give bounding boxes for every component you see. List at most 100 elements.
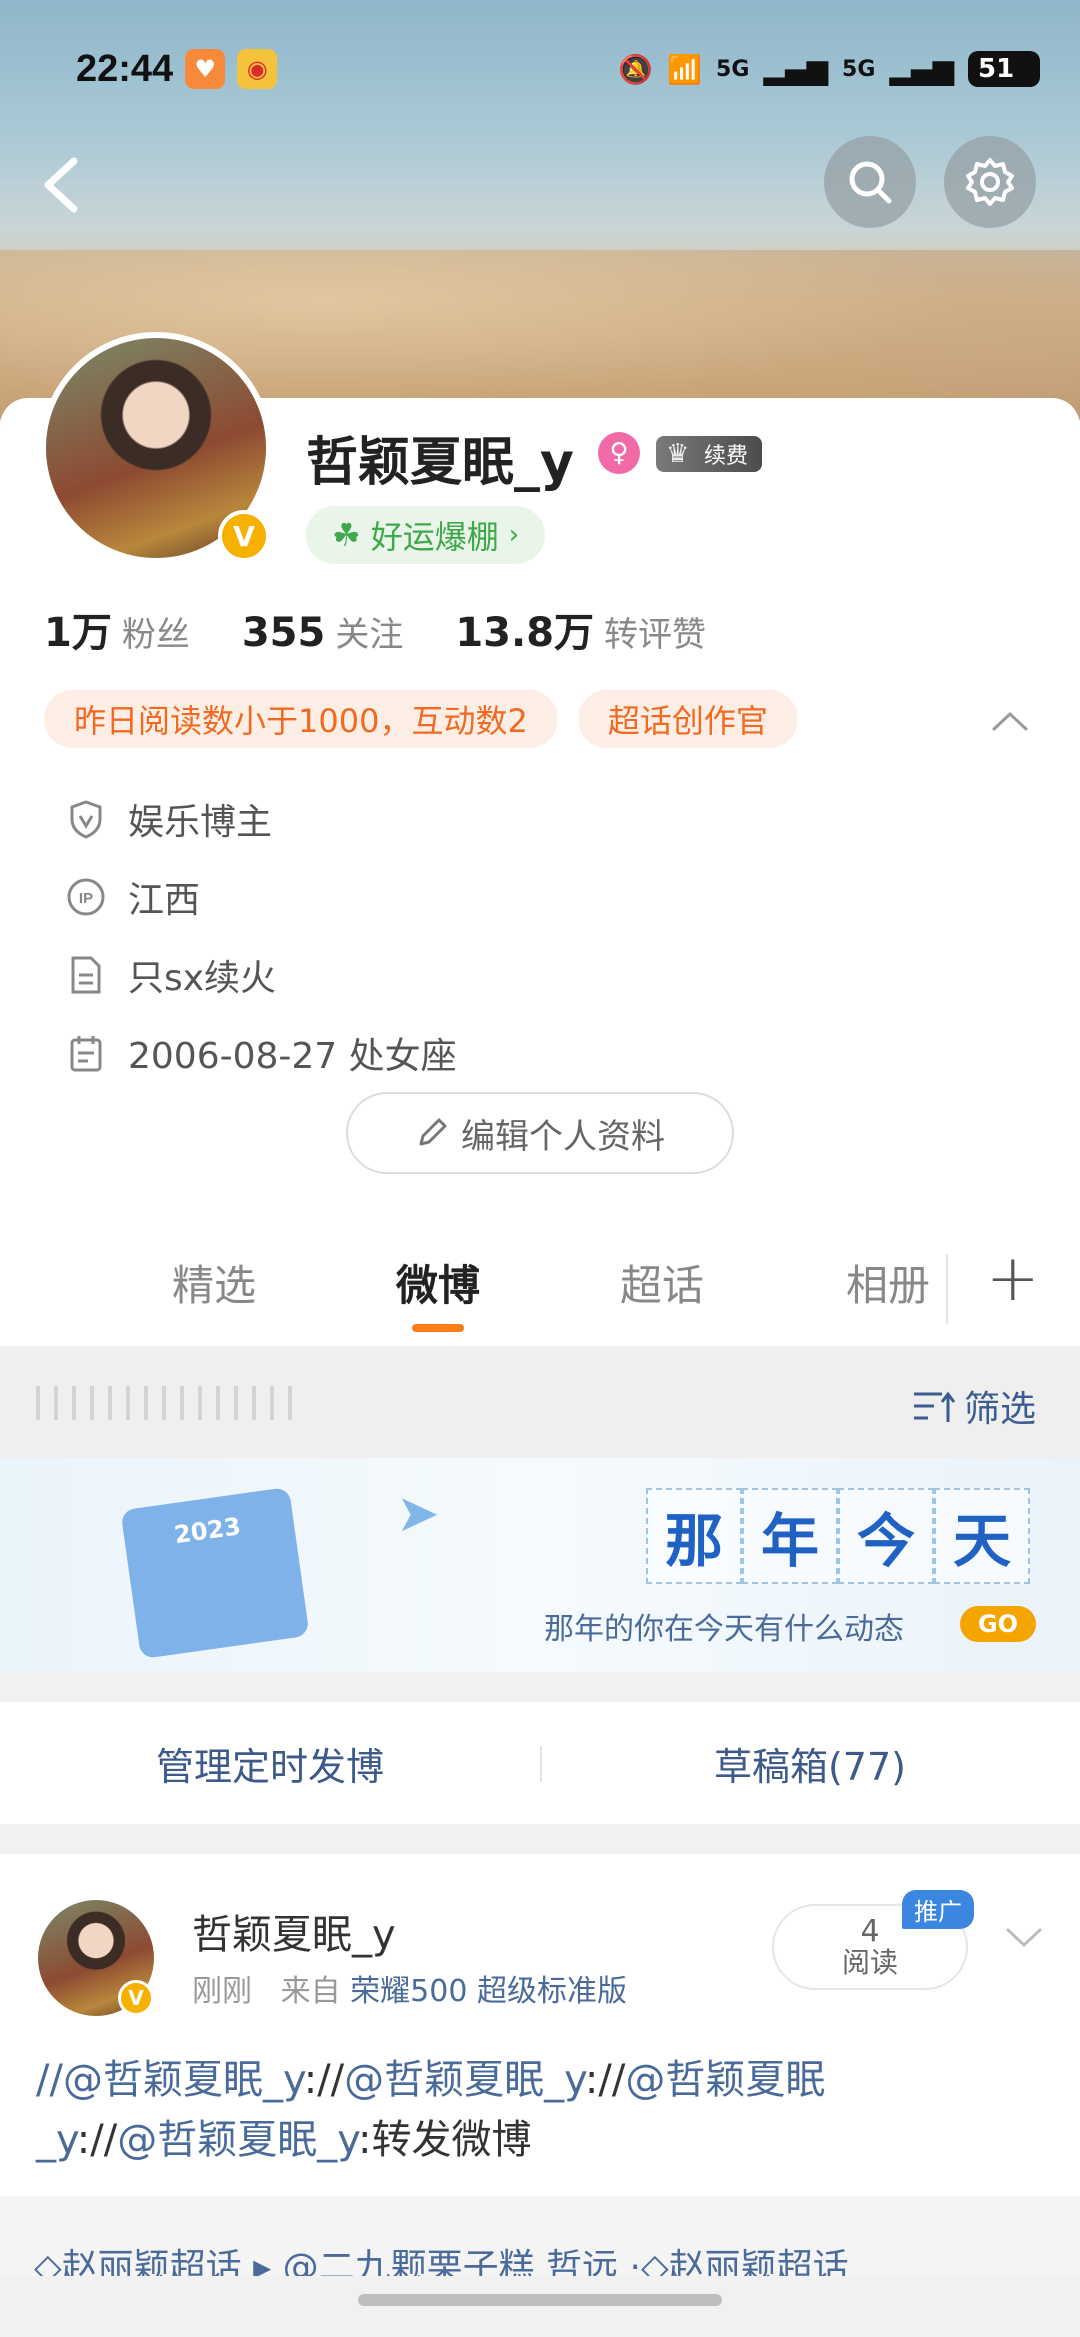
signal-5g-icon-2: 5G: [842, 56, 876, 82]
verified-badge-icon: V: [118, 1980, 154, 2016]
chevron-right-icon: ›: [508, 520, 520, 550]
home-indicator[interactable]: [358, 2294, 722, 2306]
read-label: 阅读: [841, 1946, 898, 1980]
active-tab-indicator: [412, 1324, 464, 1332]
weibo-notification-icon: ◉: [237, 49, 278, 89]
tab-supertopic[interactable]: 超话: [620, 1252, 704, 1313]
luck-badge[interactable]: ☘ 好运爆棚 ›: [306, 506, 546, 564]
info-category: 娱乐博主: [66, 780, 457, 858]
mention-link[interactable]: @哲颖夏眠_y: [117, 2117, 358, 2163]
mention-link[interactable]: //@哲颖夏眠_y: [36, 2057, 304, 2103]
filter-icon: [914, 1391, 956, 1422]
tab-weibo[interactable]: 微博: [396, 1252, 480, 1313]
banner-char: 今: [838, 1488, 934, 1584]
profile-stats: 1万 粉丝 355 关注 13.8万 转评赞: [44, 600, 706, 658]
app-notification-icon: ♥: [185, 49, 226, 89]
paper-plane-icon: ➤: [396, 1484, 440, 1544]
profile-info: 娱乐博主 IP 江西 只sx续火 2006-08-27 处女座: [66, 780, 457, 1092]
tab-album[interactable]: 相册: [846, 1252, 930, 1313]
document-icon: [66, 955, 106, 995]
text-fragment: :转发微博: [357, 2117, 532, 2163]
search-button[interactable]: [824, 136, 916, 228]
clover-icon: ☘: [332, 516, 361, 554]
text-fragment: ://: [76, 2117, 118, 2163]
mention-link-cont[interactable]: _y: [36, 2117, 77, 2163]
ip-icon: IP: [66, 877, 106, 917]
blurred-text: [36, 1386, 306, 1420]
info-bio: 只sx续火: [66, 936, 457, 1014]
info-birthday: 2006-08-27 处女座: [66, 1014, 457, 1092]
mute-icon: 🔕: [618, 52, 654, 86]
luck-label: 好运爆棚: [370, 518, 499, 556]
stat-value: 1万: [44, 610, 112, 656]
post-menu-button[interactable]: [1004, 1914, 1044, 1960]
calendar-illustration: [120, 1486, 310, 1660]
read-count: 4: [860, 1914, 880, 1950]
topics-text[interactable]: ◇赵丽颖超话 ▸ @二九颗栗子糕 哲远 ·◇赵丽颖超话: [34, 2247, 849, 2276]
banner-char: 年: [742, 1488, 838, 1584]
tab-divider: [946, 1254, 948, 1324]
stat-value: 13.8万: [455, 610, 595, 656]
info-text: 江西: [128, 880, 201, 921]
info-ip: IP 江西: [66, 858, 457, 936]
profile-name: 哲颖夏眠_y: [306, 433, 574, 493]
signal-bars-icon: ▂▄▆: [763, 52, 829, 86]
battery-icon: 51: [968, 51, 1040, 87]
text-fragment: ://: [584, 2057, 626, 2103]
svg-text:IP: IP: [79, 890, 93, 907]
stat-label: 转评赞: [604, 615, 707, 655]
signal-5g-icon: 5G: [716, 56, 750, 82]
post-time: 刚刚: [192, 1974, 252, 2009]
stat-followers[interactable]: 1万 粉丝: [44, 600, 190, 658]
go-button[interactable]: GO: [960, 1606, 1036, 1642]
stat-value: 355: [241, 610, 326, 656]
renew-vip-badge[interactable]: 续费: [656, 436, 763, 472]
settings-button[interactable]: [944, 136, 1036, 228]
chevron-up-icon: [992, 711, 1028, 731]
gear-icon: [966, 158, 1014, 206]
post-device[interactable]: 荣耀500 超级标准版: [350, 1974, 627, 2009]
divider: [540, 1746, 542, 1782]
filter-label: 筛选: [964, 1389, 1037, 1430]
add-tab-button[interactable]: +: [986, 1242, 1040, 1316]
pencil-icon: [419, 1118, 447, 1146]
wifi-icon: 📶: [667, 52, 703, 86]
signal-bars-icon-2: ▂▄▆: [889, 52, 954, 86]
promote-badge[interactable]: 推广: [902, 1890, 974, 1929]
memories-banner[interactable]: ➤ 那 年 今 天 那年的你在今天有什么动态 GO: [0, 1458, 1080, 1672]
tag-supertopic-creator[interactable]: 超话创作官: [577, 690, 798, 748]
banner-char: 那: [646, 1488, 742, 1584]
calendar-icon: [66, 1033, 106, 1073]
stat-label: 粉丝: [121, 615, 190, 655]
post-text: //@哲颖夏眠_y://@哲颖夏眠_y://@哲颖夏眠 _y://@哲颖夏眠_y:…: [36, 2050, 1046, 2170]
tab-featured[interactable]: 精选: [172, 1252, 256, 1313]
chevron-left-icon: [44, 157, 78, 213]
stat-likes[interactable]: 13.8万 转评赞: [455, 600, 706, 658]
back-button[interactable]: [30, 150, 90, 220]
edit-profile-button[interactable]: 编辑个人资料: [346, 1092, 734, 1174]
mention-link[interactable]: @哲颖夏眠: [625, 2057, 825, 2103]
profile-tags: 昨日阅读数小于1000，互动数2 超话创作官: [44, 690, 798, 748]
stat-following[interactable]: 355 关注: [242, 607, 404, 656]
status-time: 22:44: [76, 47, 174, 90]
drafts-button[interactable]: 草稿箱(77): [540, 1736, 1080, 1791]
banner-title: 那 年 今 天: [646, 1488, 1030, 1584]
post-source-prefix: 来自: [280, 1974, 341, 2009]
post-topics-bar[interactable]: ◇赵丽颖超话 ▸ @二九颗栗子糕 哲远 ·◇赵丽颖超话: [0, 2196, 1080, 2276]
renew-label: 续费: [704, 444, 749, 469]
verified-badge-icon: V: [218, 510, 270, 562]
tag-reading-stats[interactable]: 昨日阅读数小于1000，互动数2: [44, 690, 558, 748]
info-text: 只sx续火: [128, 958, 277, 999]
status-bar: 22:44 ♥ ◉ 🔕 📶 5G ▂▄▆ 5G ▂▄▆ 51: [76, 44, 1040, 94]
filter-button[interactable]: 筛选: [912, 1380, 1036, 1432]
text-fragment: ://: [303, 2057, 345, 2103]
shield-v-icon: [66, 799, 106, 839]
post-author[interactable]: 哲颖夏眠_y: [192, 1902, 396, 1960]
manage-row: 管理定时发博 草稿箱(77): [0, 1702, 1080, 1824]
mention-link[interactable]: @哲颖夏眠_y: [344, 2057, 585, 2103]
collapse-button[interactable]: [990, 702, 1030, 742]
edit-profile-label: 编辑个人资料: [461, 1116, 665, 1157]
info-text: 娱乐博主: [128, 802, 273, 843]
post-meta: 刚刚 来自 荣耀500 超级标准版: [192, 1966, 627, 2010]
scheduled-posts-button[interactable]: 管理定时发博: [0, 1736, 540, 1791]
